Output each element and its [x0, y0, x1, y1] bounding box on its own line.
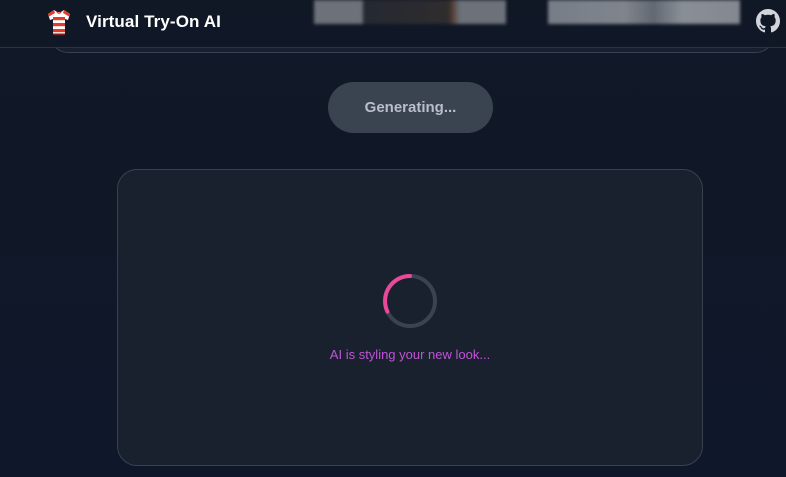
- person-image-thumbnail: [314, 0, 506, 24]
- loading-message: AI is styling your new look...: [329, 347, 491, 362]
- top-header: Virtual Try-On AI: [0, 0, 786, 48]
- garment-image-thumbnail: [548, 0, 740, 24]
- github-icon[interactable]: [756, 9, 780, 33]
- generate-button[interactable]: Generating...: [328, 82, 493, 133]
- result-card: AI is styling your new look...: [117, 169, 703, 466]
- app-title: Virtual Try-On AI: [86, 12, 221, 31]
- loading-spinner-icon: [383, 274, 437, 328]
- t-shirt-icon: [48, 10, 70, 36]
- brand[interactable]: Virtual Try-On AI: [46, 6, 221, 38]
- app-page: Virtual Try-On AI Generating... AI is st…: [0, 0, 786, 477]
